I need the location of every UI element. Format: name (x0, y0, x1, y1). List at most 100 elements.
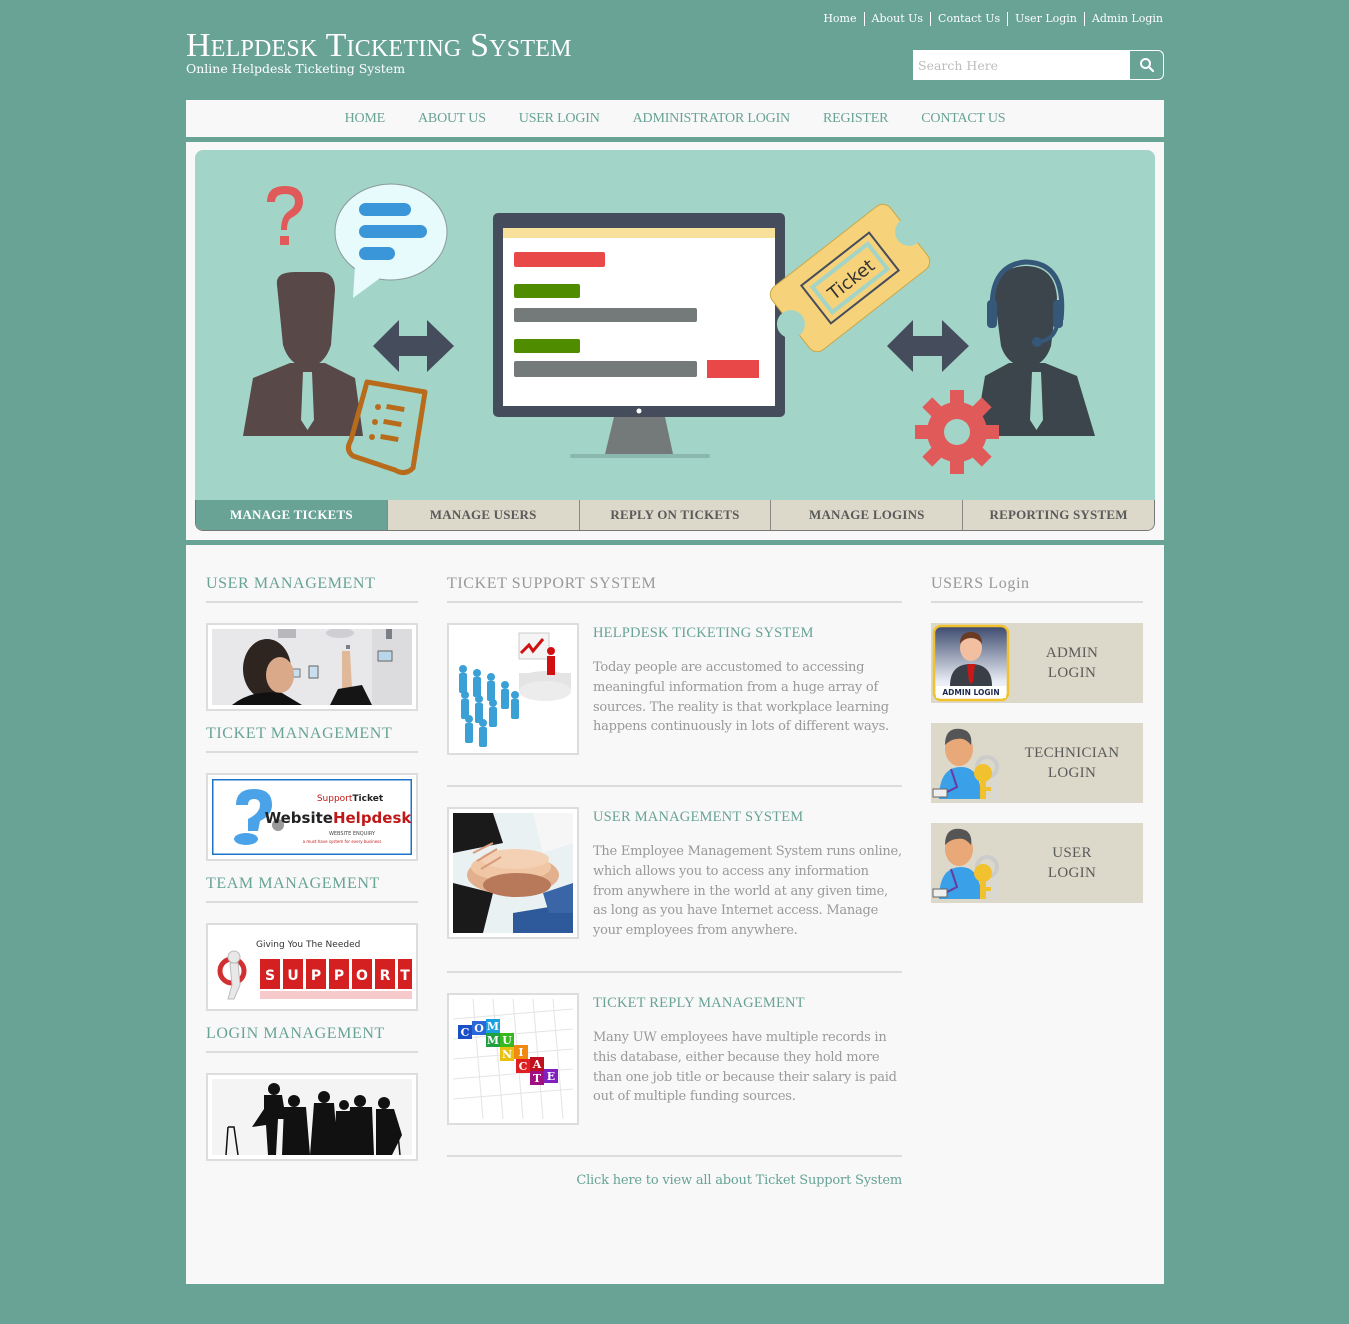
admin-avatar-icon: ADMIN LOGIN (932, 624, 1010, 702)
site-subtitle: Online Helpdesk Ticketing System (186, 61, 406, 76)
nav-home[interactable]: HOME (345, 111, 386, 127)
middle-column: TICKET SUPPORT SYSTEM HELPDESK TICKETING… (447, 545, 902, 1188)
tab-reporting-system[interactable]: REPORTING SYSTEM (962, 500, 1154, 530)
top-link-home[interactable]: Home (816, 12, 863, 26)
svg-text:U: U (502, 1034, 512, 1047)
svg-text:U: U (287, 968, 298, 984)
nav-user-login[interactable]: USER LOGIN (519, 111, 600, 127)
team-management-thumbnail[interactable]: Giving You The Needed S U P P O R T (206, 923, 418, 1011)
svg-text:A: A (532, 1058, 542, 1071)
customer-silhouette-icon (243, 272, 363, 436)
monitor-icon (493, 213, 785, 458)
nav-about-us[interactable]: ABOUT US (418, 111, 486, 127)
article-thumbnail[interactable] (447, 623, 579, 755)
site-title[interactable]: Helpdesk Ticketing System (186, 28, 572, 64)
search-icon (1139, 58, 1154, 73)
top-link-about-us[interactable]: About Us (863, 12, 931, 26)
banner-section: Ticket MANAGE TICKETS MANAGE USERS REPLY… (186, 142, 1164, 540)
top-link-admin-login[interactable]: Admin Login (1083, 12, 1163, 26)
gear-icon (915, 390, 999, 474)
view-all-link[interactable]: Click here to view all about Ticket Supp… (447, 1173, 902, 1188)
top-link-user-login[interactable]: User Login (1007, 12, 1084, 26)
user-management-thumbnail[interactable] (206, 623, 418, 711)
svg-text:P: P (334, 968, 344, 984)
admin-login-line2: LOGIN (1047, 665, 1097, 681)
team-silhouette-image (212, 1079, 412, 1155)
right-column: USERS Login ADMIN LOGIN ADMIN LOGIN TECH… (931, 545, 1143, 903)
section-heading-user-management: USER MANAGEMENT (206, 545, 418, 603)
support-agent-icon (975, 259, 1095, 436)
article-item: C O M M U N I C A T E TICKET REPLY MANAG… (447, 973, 902, 1157)
left-column: USER MANAGEMENT TICKET MANAGEMENT Suppor… (206, 545, 418, 1161)
section-heading-ticket-support-system: TICKET SUPPORT SYSTEM (447, 545, 902, 603)
banner-illustration: Ticket (195, 150, 1155, 500)
article-thumbnail[interactable] (447, 807, 579, 939)
login-management-thumbnail[interactable] (206, 1073, 418, 1161)
double-arrow-icon (373, 320, 454, 372)
tab-manage-users[interactable]: MANAGE USERS (386, 500, 579, 530)
svg-text:T: T (533, 1072, 542, 1085)
main-content: USER MANAGEMENT TICKET MANAGEMENT Suppor… (186, 545, 1164, 1284)
search-input[interactable] (913, 50, 1130, 80)
banner-tabs: MANAGE TICKETS MANAGE USERS REPLY ON TIC… (195, 500, 1155, 531)
top-link-contact-us[interactable]: Contact Us (930, 12, 1007, 26)
article-title[interactable]: HELPDESK TICKETING SYSTEM (593, 625, 902, 642)
svg-text:S: S (265, 968, 275, 984)
communicate-cubes-image: C O M M U N I C A T E (453, 998, 573, 1119)
article-thumbnail[interactable]: C O M M U N I C A T E (447, 992, 579, 1125)
svg-text:N: N (502, 1048, 512, 1061)
svg-text:WebsiteHelpdesk: WebsiteHelpdesk (265, 809, 412, 827)
user-login-button[interactable]: USER LOGIN (931, 823, 1143, 903)
svg-text:P: P (311, 968, 321, 984)
top-links: Home About Us Contact Us User Login Admi… (816, 12, 1163, 26)
technician-login-line1: TECHNICIAN (1024, 745, 1120, 761)
speech-bubble-icon (334, 183, 448, 298)
svg-text:E: E (547, 1070, 555, 1083)
svg-text:WEBSITE ENQUIRY: WEBSITE ENQUIRY (329, 831, 376, 837)
section-heading-ticket-management: TICKET MANAGEMENT (206, 711, 418, 753)
brand: Helpdesk Ticketing System Online Helpdes… (186, 28, 572, 76)
article-text: Many UW employees have multiple records … (593, 1029, 897, 1105)
tab-manage-logins[interactable]: MANAGE LOGINS (770, 500, 963, 530)
website-helpdesk-image: SupportTicket WebsiteHelpdesk WEBSITE EN… (212, 779, 412, 855)
svg-text:T: T (400, 968, 410, 984)
user-login-line2: LOGIN (1047, 865, 1097, 881)
svg-text:SupportTicket: SupportTicket (317, 794, 384, 804)
svg-text:M: M (487, 1020, 499, 1033)
technician-key-icon (932, 728, 999, 799)
technician-login-line2: LOGIN (1047, 765, 1097, 781)
search-button[interactable] (1130, 50, 1164, 80)
double-arrow-icon (887, 320, 969, 372)
main-nav: HOME ABOUT US USER LOGIN ADMINISTRATOR L… (186, 100, 1164, 140)
nav-register[interactable]: REGISTER (823, 111, 888, 127)
admin-badge-label: ADMIN LOGIN (942, 688, 999, 697)
article-item: HELPDESK TICKETING SYSTEM Today people a… (447, 603, 902, 787)
user-key-icon (932, 828, 999, 899)
search-bar (913, 50, 1164, 80)
technician-login-button[interactable]: TECHNICIAN LOGIN (931, 723, 1143, 803)
svg-text:O: O (356, 968, 368, 984)
article-item: USER MANAGEMENT SYSTEM The Employee Mana… (447, 787, 902, 973)
article-text: The Employee Management System runs onli… (593, 844, 902, 939)
section-heading-team-management: TEAM MANAGEMENT (206, 861, 418, 903)
question-mark-icon (267, 186, 303, 245)
ticket-management-thumbnail[interactable]: SupportTicket WebsiteHelpdesk WEBSITE EN… (206, 773, 418, 861)
admin-login-button[interactable]: ADMIN LOGIN ADMIN LOGIN (931, 623, 1143, 703)
nav-contact-us[interactable]: CONTACT US (921, 111, 1005, 127)
svg-text:C: C (519, 1060, 528, 1073)
man-touching-screen-image (212, 629, 412, 705)
user-login-line1: USER (1052, 845, 1092, 861)
nav-administrator-login[interactable]: ADMINISTRATOR LOGIN (633, 111, 791, 127)
presentation-crowd-image (453, 629, 573, 749)
admin-login-line1: ADMIN (1045, 645, 1099, 661)
svg-text:I: I (518, 1046, 523, 1059)
svg-text:a must have system for every b: a must have system for every business (303, 839, 382, 844)
article-title[interactable]: USER MANAGEMENT SYSTEM (593, 809, 902, 826)
svg-text:R: R (380, 968, 391, 984)
tab-manage-tickets[interactable]: MANAGE TICKETS (196, 500, 387, 530)
article-text: Today people are accustomed to accessing… (593, 660, 889, 735)
tab-reply-on-tickets[interactable]: REPLY ON TICKETS (578, 500, 771, 530)
article-title[interactable]: TICKET REPLY MANAGEMENT (593, 995, 902, 1012)
svg-text:M: M (487, 1034, 499, 1047)
stacked-hands-image (453, 813, 573, 933)
